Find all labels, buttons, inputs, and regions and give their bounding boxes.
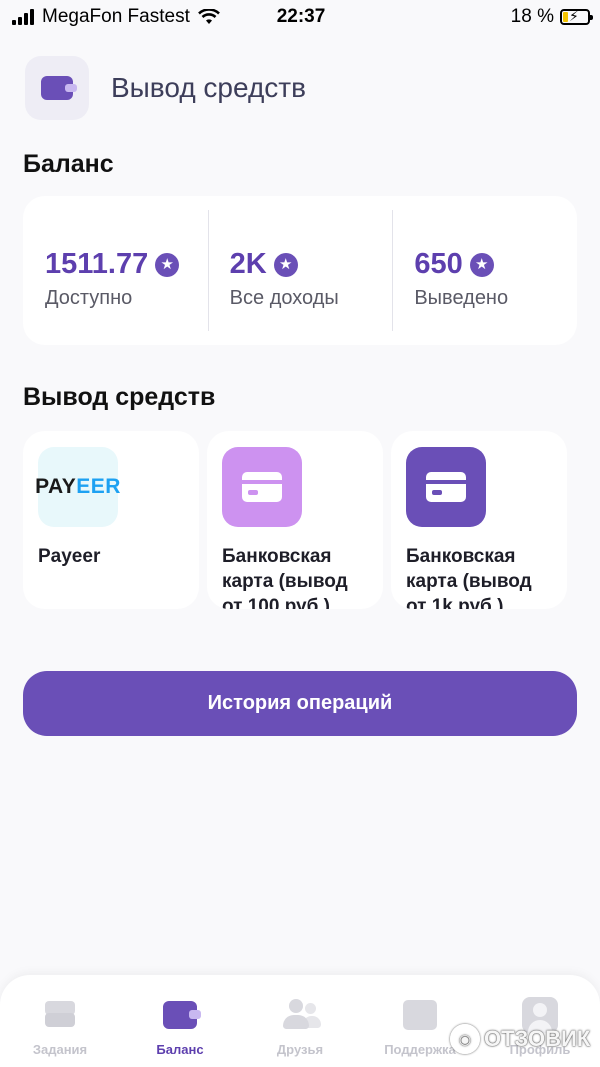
support-icon — [401, 997, 439, 1033]
friends-icon — [281, 997, 321, 1033]
nav-tasks-label: Задания — [32, 1042, 88, 1057]
wallet-icon — [41, 76, 77, 100]
withdraw-section-title: Вывод средств — [23, 383, 216, 411]
method-bank-card-1k-label: Банковская карта (вывод от 1k руб.) — [406, 546, 532, 609]
method-bank-card-100[interactable]: Банковская карта (вывод от 100 руб.) — [207, 431, 383, 609]
nav-friends-label: Друзья — [276, 1042, 324, 1057]
balance-total-income-value: 2K — [229, 248, 267, 280]
nav-tasks[interactable]: Задания — [5, 997, 115, 1067]
bank-card-icon — [222, 447, 302, 527]
balance-card: 1511.77 ★ Доступно 2K ★ Все доходы 650 ★… — [23, 196, 577, 345]
status-bar: MegaFon Fastest 22:37 18 % ⚡ — [0, 0, 600, 34]
battery-icon: ⚡ — [559, 8, 593, 25]
star-coin-icon: ★ — [469, 252, 494, 277]
balance-withdrawn-value: 650 — [414, 248, 463, 280]
signal-icon — [12, 9, 34, 25]
balance-total-income-label: Все доходы — [229, 287, 339, 309]
balance-available-value: 1511.77 — [45, 248, 149, 280]
carrier-name: MegaFon Fastest — [42, 6, 190, 27]
withdraw-methods: PAYEER Payeer Банковская карта (вывод от… — [23, 431, 567, 609]
balance-total-income: 2K ★ Все доходы — [207, 196, 393, 345]
watermark: ◉ ОТЗОВИК — [450, 1024, 590, 1054]
watermark-logo-icon: ◉ — [450, 1024, 480, 1054]
status-right: 18 % ⚡ — [360, 6, 593, 28]
status-time: 22:37 — [276, 6, 326, 27]
balance-available-label: Доступно — [45, 287, 133, 309]
nav-support-label: Поддержка — [384, 1042, 456, 1057]
header-icon-box — [25, 56, 89, 120]
nav-balance[interactable]: Баланс — [125, 997, 235, 1067]
balance-withdrawn-label: Выведено — [414, 287, 509, 309]
method-payeer-label: Payeer — [38, 546, 101, 567]
payeer-logo: PAYEER — [35, 447, 120, 527]
wallet-icon — [161, 997, 201, 1033]
wifi-icon — [197, 9, 220, 24]
layers-icon — [41, 997, 79, 1033]
page-title: Вывод средств — [111, 72, 307, 103]
star-coin-icon: ★ — [273, 252, 298, 277]
balance-withdrawn: 650 ★ Выведено — [392, 196, 577, 345]
nav-friends[interactable]: Друзья — [245, 997, 355, 1067]
battery-percent: 18 % — [510, 6, 554, 27]
method-bank-card-1k[interactable]: Банковская карта (вывод от 1k руб.) — [391, 431, 567, 609]
nav-balance-label: Баланс — [156, 1042, 204, 1057]
watermark-text: ОТЗОВИК — [484, 1026, 591, 1051]
status-left: MegaFon Fastest — [12, 6, 242, 28]
history-button[interactable]: История операций — [23, 671, 577, 736]
method-payeer[interactable]: PAYEER Payeer — [23, 431, 199, 609]
star-coin-icon: ★ — [155, 252, 180, 277]
balance-section-title: Баланс — [23, 150, 114, 178]
page-header: Вывод средств — [25, 56, 306, 120]
method-bank-card-100-label: Банковская карта (вывод от 100 руб.) — [222, 546, 348, 609]
balance-available: 1511.77 ★ Доступно — [23, 196, 208, 345]
bank-card-icon — [406, 447, 486, 527]
